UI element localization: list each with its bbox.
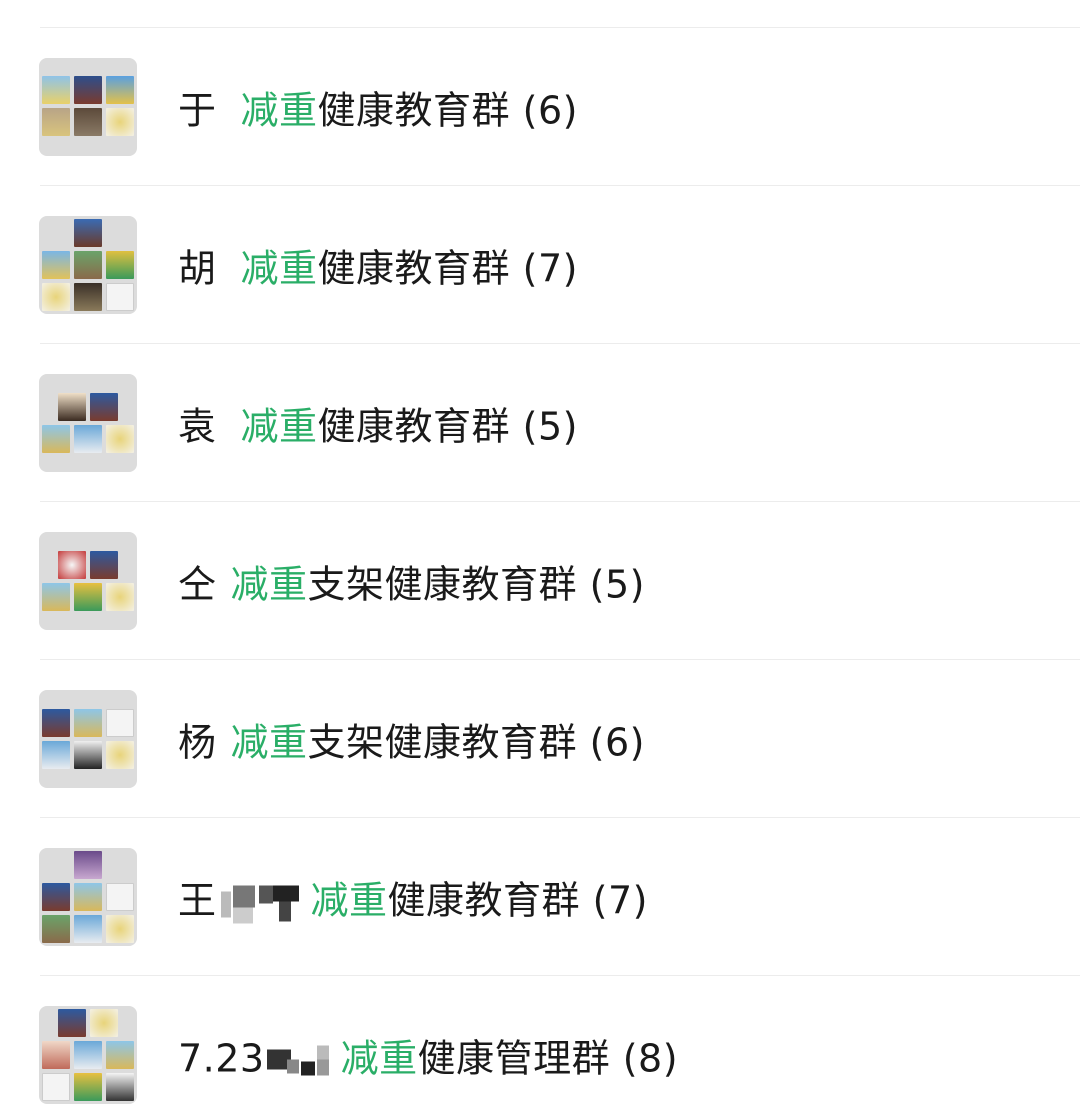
avatar-tile <box>106 1073 134 1101</box>
group-row-1[interactable]: 胡减重健康教育群 (7) <box>0 186 1080 344</box>
avatar-tile <box>74 1041 102 1069</box>
avatar-tile <box>74 425 102 453</box>
avatar-tile <box>58 1009 86 1037</box>
avatar-tile <box>106 1041 134 1069</box>
avatar-tile <box>74 283 102 311</box>
group-row-2[interactable]: 袁减重健康教育群 (5) <box>0 344 1080 502</box>
avatar-tile <box>106 883 134 911</box>
avatar-tile <box>74 709 102 737</box>
avatar-tile <box>74 851 102 879</box>
group-avatar <box>39 848 137 946</box>
group-row-0[interactable]: 于减重健康教育群 (6) <box>0 28 1080 186</box>
group-suffix: 健康教育群 <box>317 246 511 291</box>
avatar-tile <box>42 108 70 136</box>
avatar-tile <box>74 915 102 943</box>
group-avatar <box>39 1006 137 1104</box>
group-keyword: 减重 <box>340 1036 418 1081</box>
group-suffix: 健康教育群 <box>387 878 581 923</box>
group-keyword: 减重 <box>310 878 388 923</box>
group-keyword: 减重 <box>240 88 318 133</box>
avatar-tile <box>58 393 86 421</box>
avatar-tile <box>106 583 134 611</box>
avatar-tile <box>42 76 70 104</box>
member-count: (7) <box>592 878 648 923</box>
group-name: 胡减重健康教育群 (7) <box>178 238 578 293</box>
group-name: 袁减重健康教育群 (5) <box>178 396 578 451</box>
avatar-tile <box>90 1009 118 1037</box>
group-name: 王 减重健康教育群 (7) <box>178 870 648 925</box>
member-count: (6) <box>522 88 578 133</box>
group-name: 杨减重支架健康教育群 (6) <box>178 712 645 767</box>
group-name: 于减重健康教育群 (6) <box>178 80 578 135</box>
member-count: (5) <box>589 562 645 607</box>
avatar-tile <box>106 915 134 943</box>
group-owner: 于 <box>178 88 217 133</box>
masked-name <box>265 1041 341 1081</box>
avatar-tile <box>42 425 70 453</box>
masked-name <box>220 883 307 923</box>
avatar-tile <box>42 915 70 943</box>
avatar-tile <box>42 1073 70 1101</box>
avatar-tile <box>74 1073 102 1101</box>
avatar-tile <box>90 551 118 579</box>
group-suffix: 支架健康教育群 <box>307 562 578 607</box>
avatar-tile <box>74 76 102 104</box>
group-owner: 杨 <box>178 720 217 765</box>
group-row-6[interactable]: 7.23 减重健康管理群 (8) <box>0 976 1080 1118</box>
member-count: (8) <box>622 1036 679 1081</box>
group-row-4[interactable]: 杨减重支架健康教育群 (6) <box>0 660 1080 818</box>
group-suffix: 健康教育群 <box>317 404 511 449</box>
avatar-tile <box>106 283 134 311</box>
group-avatar <box>39 690 137 788</box>
group-keyword: 减重 <box>240 246 318 291</box>
avatar-tile <box>74 883 102 911</box>
group-avatar <box>39 216 137 314</box>
group-name: 7.23 减重健康管理群 (8) <box>178 1028 678 1083</box>
avatar-tile <box>106 108 134 136</box>
group-owner: 袁 <box>178 404 217 449</box>
group-keyword: 减重 <box>240 404 318 449</box>
group-name: 仝减重支架健康教育群 (5) <box>178 554 645 609</box>
group-suffix: 健康教育群 <box>317 88 511 133</box>
avatar-tile <box>42 583 70 611</box>
group-owner: 7.23 <box>178 1036 265 1081</box>
member-count: (7) <box>522 246 578 291</box>
group-avatar <box>39 532 137 630</box>
avatar-tile <box>106 709 134 737</box>
group-owner: 胡 <box>178 246 217 291</box>
member-count: (5) <box>522 404 578 449</box>
avatar-tile <box>42 251 70 279</box>
group-owner: 仝 <box>178 562 217 607</box>
avatar-tile <box>106 425 134 453</box>
avatar-tile <box>90 393 118 421</box>
avatar-tile <box>74 741 102 769</box>
avatar-tile <box>42 1041 70 1069</box>
avatar-tile <box>74 108 102 136</box>
group-avatar <box>39 58 137 156</box>
avatar-tile <box>42 709 70 737</box>
avatar-tile <box>106 76 134 104</box>
group-row-5[interactable]: 王 减重健康教育群 (7) <box>0 818 1080 976</box>
avatar-tile <box>106 741 134 769</box>
avatar-tile <box>106 251 134 279</box>
avatar-tile <box>74 219 102 247</box>
avatar-tile <box>42 741 70 769</box>
group-row-3[interactable]: 仝减重支架健康教育群 (5) <box>0 502 1080 660</box>
group-chat-list: 于减重健康教育群 (6) 胡减重健康教育群 (7) 袁减重健康教育群 (5) 仝… <box>0 0 1080 1118</box>
avatar-tile <box>42 883 70 911</box>
member-count: (6) <box>589 720 645 765</box>
avatar-tile <box>42 283 70 311</box>
avatar-tile <box>74 583 102 611</box>
group-owner: 王 <box>178 878 217 923</box>
group-keyword: 减重 <box>230 562 308 607</box>
group-keyword: 减重 <box>230 720 308 765</box>
avatar-tile <box>58 551 86 579</box>
group-suffix: 健康管理群 <box>417 1036 611 1081</box>
group-avatar <box>39 374 137 472</box>
avatar-tile <box>74 251 102 279</box>
group-suffix: 支架健康教育群 <box>307 720 578 765</box>
